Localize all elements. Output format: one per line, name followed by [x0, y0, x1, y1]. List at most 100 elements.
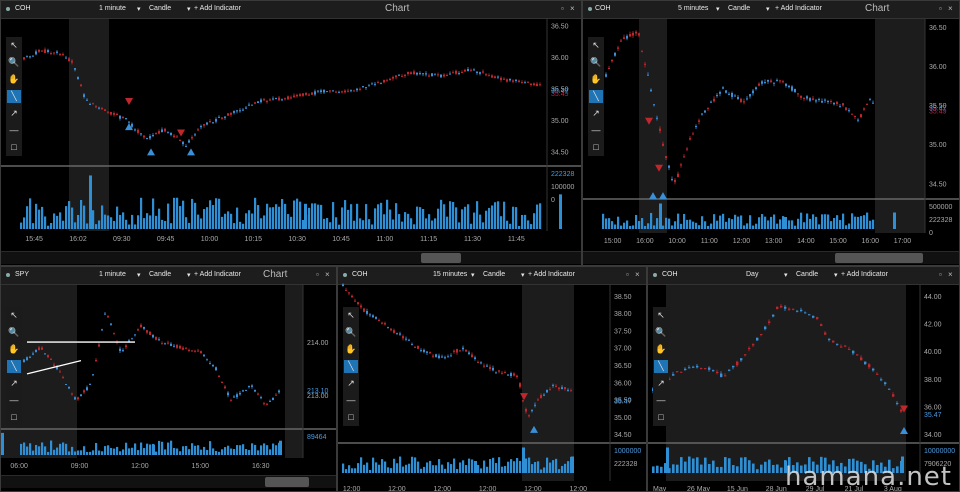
arrow-icon[interactable]: ↗	[7, 107, 21, 120]
volume-bar	[402, 466, 405, 473]
arrow-icon[interactable]: ↗	[7, 377, 21, 390]
hline-icon[interactable]: —	[654, 394, 668, 407]
last-price-label: 35.49	[929, 108, 947, 115]
volume-bar	[404, 212, 407, 229]
volume-bar	[233, 223, 236, 229]
x-tick-label: 12:00	[388, 486, 406, 492]
line-icon[interactable]: ╲	[344, 360, 358, 373]
candle	[440, 74, 442, 79]
rect-icon[interactable]: □	[7, 411, 21, 424]
volume-bar	[41, 442, 44, 455]
time-scrollbar[interactable]	[1, 251, 581, 264]
volume-bar	[674, 221, 677, 229]
candle	[122, 348, 124, 353]
pointer-icon[interactable]: ↖	[344, 309, 358, 322]
volume-bar	[152, 198, 155, 229]
drawing-toolbar: ↖ 🔍 ✋ ╲ ↗ — □	[588, 37, 604, 156]
rect-icon[interactable]: □	[654, 411, 668, 424]
volume-bar	[555, 458, 558, 473]
volume-bar	[366, 462, 369, 473]
arrow-icon[interactable]: ↗	[589, 107, 603, 120]
candle	[456, 348, 458, 355]
candle	[230, 112, 232, 117]
candle	[206, 121, 208, 126]
hand-icon[interactable]: ✋	[7, 343, 21, 356]
volume-bar	[500, 216, 503, 229]
chart-canvas[interactable]: 36.5036.0035.5035.0034.5035.4735.4922232…	[1, 1, 582, 266]
candle	[218, 115, 220, 118]
volume-bar	[650, 212, 653, 229]
hline-icon[interactable]: —	[589, 124, 603, 137]
rect-icon[interactable]: □	[7, 141, 21, 154]
volume-bar	[495, 463, 498, 473]
candle	[695, 124, 697, 129]
volume-bar	[724, 457, 727, 473]
pointer-icon[interactable]: ↖	[7, 39, 21, 52]
volume-bar	[182, 446, 185, 455]
scrollbar-thumb[interactable]	[421, 253, 461, 263]
volume-bar	[567, 461, 570, 473]
volume-bar	[677, 213, 680, 229]
volume-bar	[561, 465, 564, 473]
volume-bar	[602, 213, 605, 229]
line-icon[interactable]: ╲	[7, 90, 21, 103]
arrow-icon[interactable]: ↗	[654, 377, 668, 390]
drawing-toolbar: ↖ 🔍 ✋ ╲ ↗ — □	[343, 307, 359, 426]
zoom-icon[interactable]: 🔍	[7, 326, 21, 339]
zoom-icon[interactable]: 🔍	[7, 56, 21, 69]
candle	[516, 374, 518, 379]
volume-bar	[266, 445, 269, 455]
candle	[38, 48, 40, 54]
time-scrollbar[interactable]	[1, 475, 336, 488]
volume-bar	[866, 212, 869, 229]
hand-icon[interactable]: ✋	[344, 343, 358, 356]
hline-icon[interactable]: —	[7, 394, 21, 407]
time-scrollbar[interactable]	[583, 251, 959, 264]
candle	[185, 347, 187, 350]
hline-icon[interactable]: —	[344, 394, 358, 407]
scrollbar-thumb[interactable]	[265, 477, 309, 487]
volume-bar	[776, 464, 779, 473]
candle	[314, 89, 316, 97]
line-icon[interactable]: ╲	[589, 90, 603, 103]
zoom-icon[interactable]: 🔍	[589, 56, 603, 69]
chart-canvas[interactable]: 214.00213.00213.108946406:00 09:00 12:00 15…	[1, 267, 337, 492]
candle	[459, 349, 461, 352]
line-icon[interactable]: ╲	[7, 360, 21, 373]
pointer-icon[interactable]: ↖	[654, 309, 668, 322]
hand-icon[interactable]: ✋	[589, 73, 603, 86]
candle	[251, 104, 253, 106]
candle	[119, 346, 121, 353]
arrow-icon[interactable]: ↗	[344, 377, 358, 390]
candle	[188, 139, 190, 143]
volume-bar	[758, 217, 761, 229]
candle	[56, 50, 58, 55]
volume-bar	[107, 215, 110, 229]
volume-bar	[446, 216, 449, 229]
candle	[221, 381, 223, 384]
pointer-icon[interactable]: ↖	[589, 39, 603, 52]
volume-bar	[278, 206, 281, 229]
hand-icon[interactable]: ✋	[654, 343, 668, 356]
candle	[269, 98, 271, 102]
chart-canvas[interactable]: 38.5038.0037.5037.0036.5036.0035.5035.00…	[338, 267, 647, 492]
zoom-icon[interactable]: 🔍	[654, 326, 668, 339]
hand-icon[interactable]: ✋	[7, 73, 21, 86]
candle	[419, 71, 421, 76]
candle	[836, 101, 838, 107]
volume-bar	[29, 443, 32, 455]
rect-icon[interactable]: □	[344, 411, 358, 424]
zoom-icon[interactable]: 🔍	[344, 326, 358, 339]
candle	[263, 401, 265, 406]
hline-icon[interactable]: —	[7, 124, 21, 137]
volume-bar	[360, 457, 363, 473]
chart-canvas[interactable]: 44.00 42.00 40.00 38.00 36.00 34.00 35.47 10000…	[648, 267, 960, 492]
line-icon[interactable]: ╲	[654, 360, 668, 373]
pointer-icon[interactable]: ↖	[7, 309, 21, 322]
scrollbar-thumb[interactable]	[835, 253, 923, 263]
chart-canvas[interactable]: 36.5036.0035.5035.0034.5035.4735.4950000…	[583, 1, 960, 266]
rect-icon[interactable]: □	[589, 141, 603, 154]
volume-bar	[347, 209, 350, 229]
candle	[629, 31, 631, 37]
candle	[488, 73, 490, 77]
